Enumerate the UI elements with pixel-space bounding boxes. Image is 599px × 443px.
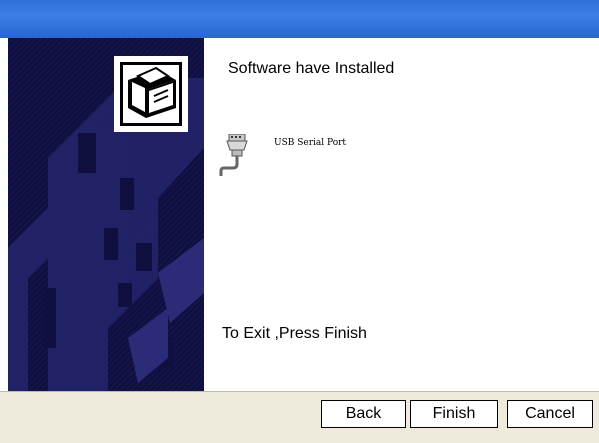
wizard-content: Software have Installed USB Serial Port … <box>204 38 599 391</box>
banner-graphic <box>8 38 204 391</box>
wizard-button-bar: Back Finish Cancel <box>0 391 599 443</box>
exit-instruction: To Exit ,Press Finish <box>222 325 367 342</box>
wizard-window: Software have Installed USB Serial Port … <box>0 38 599 443</box>
page-heading: Software have Installed <box>228 60 395 77</box>
device-label: USB Serial Port <box>274 138 347 148</box>
installer-box-icon <box>114 56 188 132</box>
cancel-button[interactable]: Cancel <box>507 400 593 428</box>
wizard-side-banner <box>8 38 204 391</box>
window-title-bar[interactable] <box>0 0 599 38</box>
serial-port-connector-icon <box>219 134 248 176</box>
installed-device-item: USB Serial Port <box>218 134 518 178</box>
back-button[interactable]: Back <box>321 400 406 428</box>
finish-button[interactable]: Finish <box>410 400 498 428</box>
